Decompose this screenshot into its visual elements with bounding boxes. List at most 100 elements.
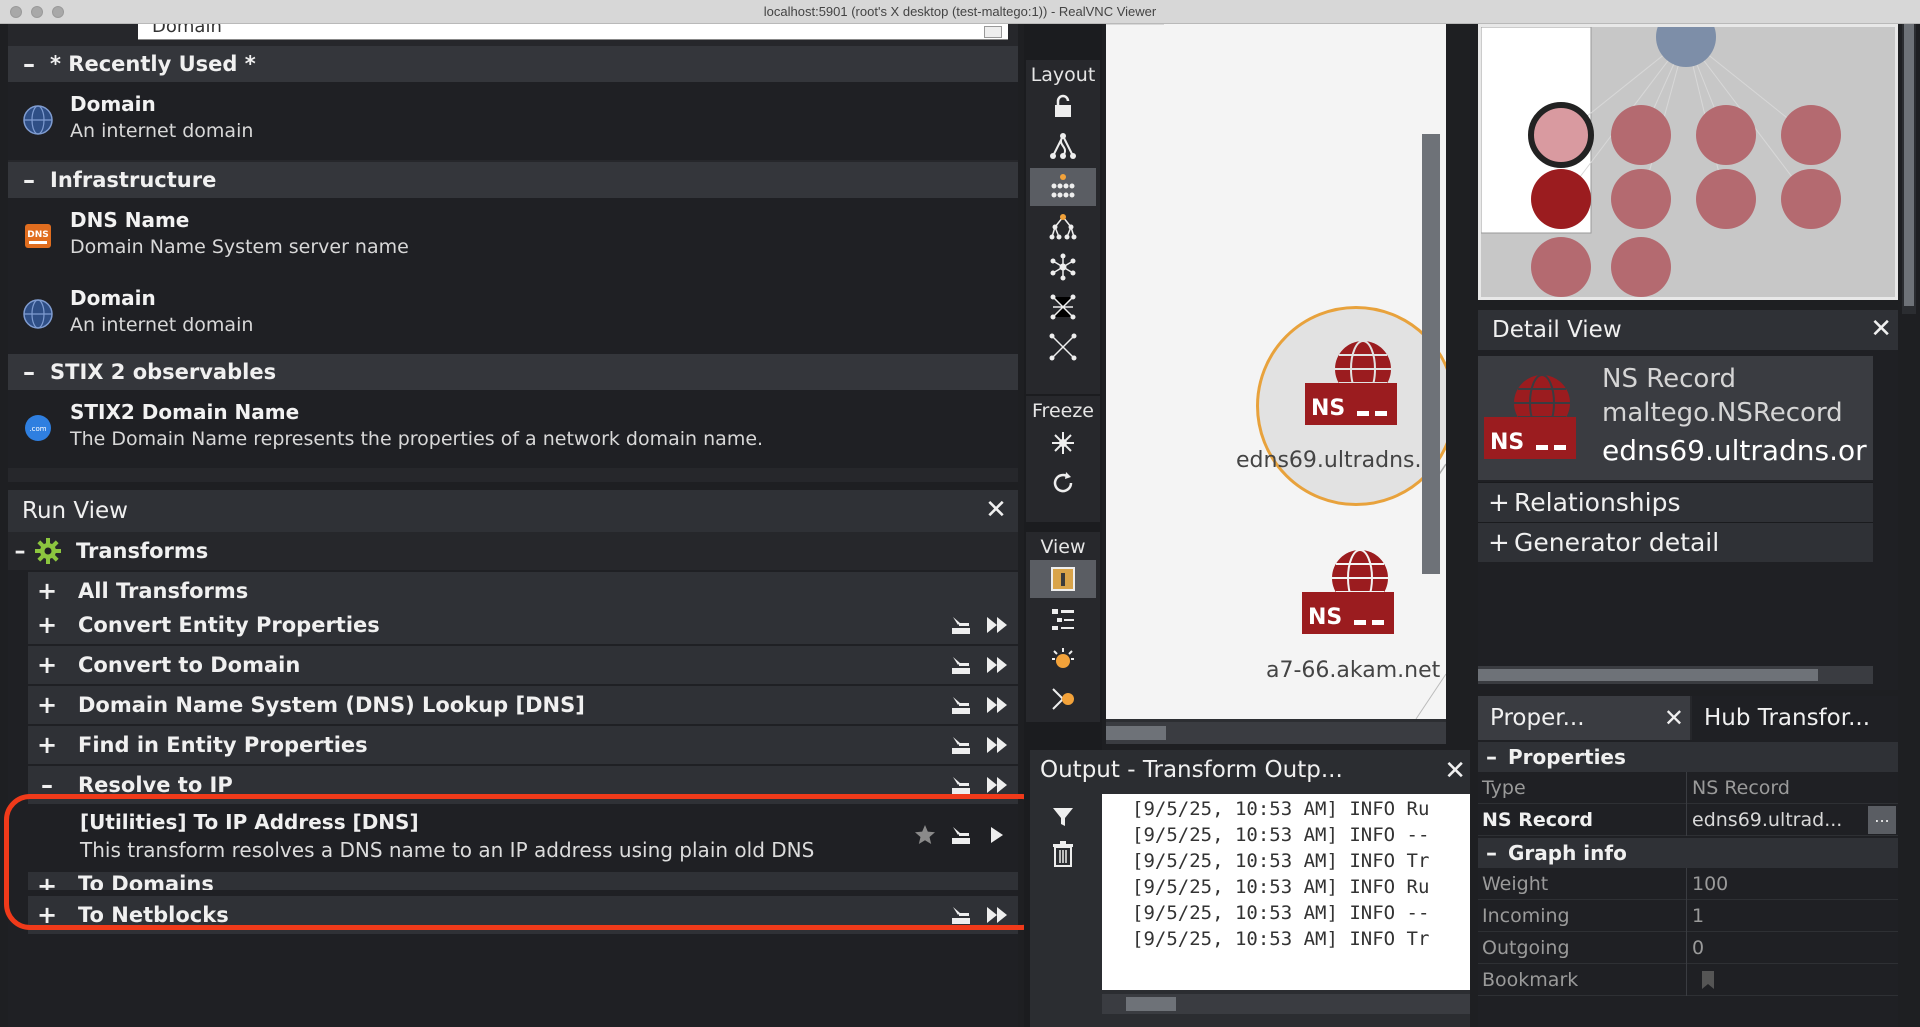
transform-group-find-in-entity-properties[interactable]: + Find in Entity Properties: [28, 726, 1018, 764]
entity-path-icon[interactable]: [1030, 680, 1096, 718]
close-icon[interactable]: ✕: [982, 496, 1010, 524]
detail-section-generator-detail[interactable]: + Generator detail: [1478, 522, 1873, 562]
entity-palette: Domain – * Recently Used * Domain An int…: [8, 24, 1018, 482]
transform-group-resolve-to-ip[interactable]: – Resolve to IP: [28, 766, 1018, 804]
search-options-icon[interactable]: [984, 26, 1002, 38]
section-infrastructure[interactable]: – Infrastructure: [8, 162, 1018, 198]
section-recently-used[interactable]: – * Recently Used *: [8, 46, 1018, 82]
expand-icon[interactable]: +: [28, 577, 66, 605]
interactive-layout-icon[interactable]: [1030, 328, 1096, 366]
detail-section-relationships[interactable]: + Relationships: [1478, 482, 1873, 522]
expand-icon[interactable]: +: [28, 731, 66, 759]
tab-properties[interactable]: Proper... ✕: [1478, 696, 1690, 740]
expand-icon[interactable]: +: [28, 691, 66, 719]
run-all-icon[interactable]: [984, 652, 1010, 678]
edit-value-button[interactable]: ...: [1868, 806, 1896, 834]
filter-icon[interactable]: [1050, 804, 1076, 834]
run-settings-icon[interactable]: [948, 732, 974, 758]
collapse-icon[interactable]: –: [8, 50, 50, 78]
palette-search-input[interactable]: Domain: [138, 24, 1008, 40]
collapse-icon[interactable]: –: [28, 771, 66, 799]
transform-group-to-netblocks[interactable]: + To Netblocks: [28, 896, 1018, 934]
ranked-view-icon[interactable]: [1030, 720, 1096, 722]
transform-group-convert-entity-properties[interactable]: + Convert Entity Properties: [28, 606, 1018, 644]
close-icon[interactable]: ✕: [1444, 756, 1466, 786]
collapse-icon[interactable]: –: [1486, 841, 1508, 866]
transform-to-ip-address-dns[interactable]: [Utilities] To IP Address [DNS] This tra…: [28, 804, 1018, 870]
collapse-icon[interactable]: –: [8, 358, 50, 386]
run-settings-icon[interactable]: [948, 772, 974, 798]
expand-icon[interactable]: +: [28, 872, 66, 890]
expand-icon[interactable]: +: [1488, 528, 1514, 558]
palette-entity-dns-name[interactable]: DNS DNS Name Domain Name System server n…: [8, 198, 1018, 276]
graph-node-label[interactable]: edns69.ultradns.c: [1236, 448, 1434, 473]
palette-entity-domain[interactable]: Domain An internet domain: [8, 82, 1018, 160]
close-icon[interactable]: ✕: [1664, 704, 1684, 732]
expand-icon[interactable]: +: [28, 901, 66, 929]
transform-group-dns-lookup[interactable]: + Domain Name System (DNS) Lookup [DNS]: [28, 686, 1018, 724]
palette-entity-stix2-domain-name[interactable]: .com STIX2 Domain Name The Domain Name r…: [8, 390, 1018, 468]
transform-group-all-transforms[interactable]: + All Transforms: [28, 572, 1018, 610]
run-settings-icon[interactable]: [948, 902, 974, 928]
hierarchical-layout-icon[interactable]: [1030, 168, 1096, 206]
property-row-ns-record[interactable]: NS Record edns69.ultrad... ...: [1478, 804, 1898, 836]
close-icon[interactable]: ✕: [1870, 314, 1892, 344]
run-all-icon[interactable]: [984, 692, 1010, 718]
block-layout-icon[interactable]: [1030, 128, 1096, 166]
run-view-panel: Run View ✕ – Transforms + All Transforms…: [8, 490, 1018, 1027]
right-vertical-scrollbar[interactable]: [1902, 24, 1916, 314]
graph-vertical-scrollbar[interactable]: [1422, 134, 1440, 574]
collapse-icon[interactable]: –: [8, 539, 32, 564]
expand-icon[interactable]: +: [28, 651, 66, 679]
property-row-incoming[interactable]: Incoming 1: [1478, 900, 1898, 932]
run-settings-icon[interactable]: [948, 692, 974, 718]
palette-entity-domain-2[interactable]: Domain An internet domain: [8, 276, 1018, 354]
run-settings-icon[interactable]: [948, 652, 974, 678]
trash-icon[interactable]: [1050, 840, 1076, 872]
list-view-icon[interactable]: [1030, 600, 1096, 638]
detail-horizontal-scrollbar[interactable]: [1478, 666, 1873, 684]
run-icon[interactable]: [984, 822, 1010, 848]
graph-info-section[interactable]: – Graph info: [1478, 838, 1898, 868]
bubble-view-icon[interactable]: [1030, 640, 1096, 678]
transform-group-to-domains[interactable]: + To Domains: [28, 872, 1018, 890]
ns-badge: NS: [1311, 396, 1345, 421]
property-row-outgoing[interactable]: Outgoing 0: [1478, 932, 1898, 964]
run-all-icon[interactable]: [984, 772, 1010, 798]
transform-group-convert-to-domain[interactable]: + Convert to Domain: [28, 646, 1018, 684]
graph-node-ns-record[interactable]: NS: [1256, 306, 1446, 506]
run-all-icon[interactable]: [984, 612, 1010, 638]
organic-layout-icon[interactable]: [1030, 248, 1096, 286]
run-settings-icon[interactable]: [948, 822, 974, 848]
graph-node-label[interactable]: a7-66.akam.net: [1266, 658, 1440, 683]
centrality-layout-icon[interactable]: [1030, 208, 1096, 246]
layout-label: Layout: [1030, 64, 1096, 86]
detail-entity-card: NS NS Record maltego.NSRecord edns69.ult…: [1478, 356, 1873, 480]
property-row-bookmark[interactable]: Bookmark: [1478, 964, 1898, 996]
run-all-icon[interactable]: [984, 732, 1010, 758]
output-horizontal-scrollbar[interactable]: [1102, 994, 1470, 1014]
graph-node-ns-record-2[interactable]: NS: [1302, 546, 1402, 636]
section-stix2-observables[interactable]: – STIX 2 observables: [8, 354, 1018, 390]
collapse-icon[interactable]: –: [1486, 745, 1508, 770]
expand-icon[interactable]: +: [1488, 488, 1514, 518]
property-row-weight[interactable]: Weight 100: [1478, 868, 1898, 900]
overview-minimap[interactable]: [1478, 24, 1898, 300]
refresh-icon[interactable]: [1030, 464, 1096, 502]
tab-hub-transforms[interactable]: Hub Transfor...: [1692, 696, 1898, 740]
run-all-icon[interactable]: [984, 902, 1010, 928]
lock-layout-icon[interactable]: [1030, 88, 1096, 126]
collapse-icon[interactable]: –: [8, 166, 50, 194]
freeze-icon[interactable]: [1030, 424, 1096, 462]
properties-section[interactable]: – Properties: [1478, 742, 1898, 772]
graph-canvas[interactable]: NS edns69.ultradns.c NS a7-66.akam.net: [1106, 24, 1446, 719]
run-settings-icon[interactable]: [948, 612, 974, 638]
expand-icon[interactable]: +: [28, 611, 66, 639]
main-view-icon[interactable]: [1030, 560, 1096, 598]
property-row-type[interactable]: Type NS Record: [1478, 772, 1898, 804]
star-icon[interactable]: [912, 822, 938, 848]
circular-layout-icon[interactable]: [1030, 288, 1096, 326]
graph-horizontal-scrollbar[interactable]: [1106, 722, 1446, 744]
transforms-root[interactable]: – Transforms: [8, 532, 1018, 570]
bookmark-icon[interactable]: [1700, 970, 1716, 995]
